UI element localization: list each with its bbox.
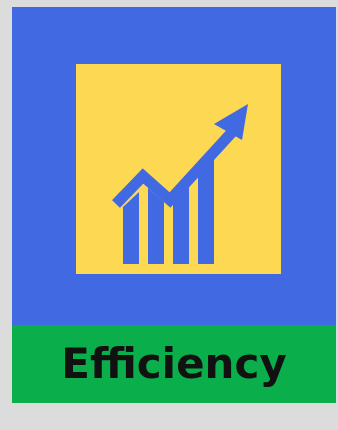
growth-chart-icon — [112, 104, 248, 264]
icon-tile — [76, 64, 281, 274]
efficiency-tile[interactable]: Efficiency — [12, 7, 336, 403]
tile-label: Efficiency — [61, 339, 287, 388]
label-band: Efficiency — [12, 325, 336, 403]
